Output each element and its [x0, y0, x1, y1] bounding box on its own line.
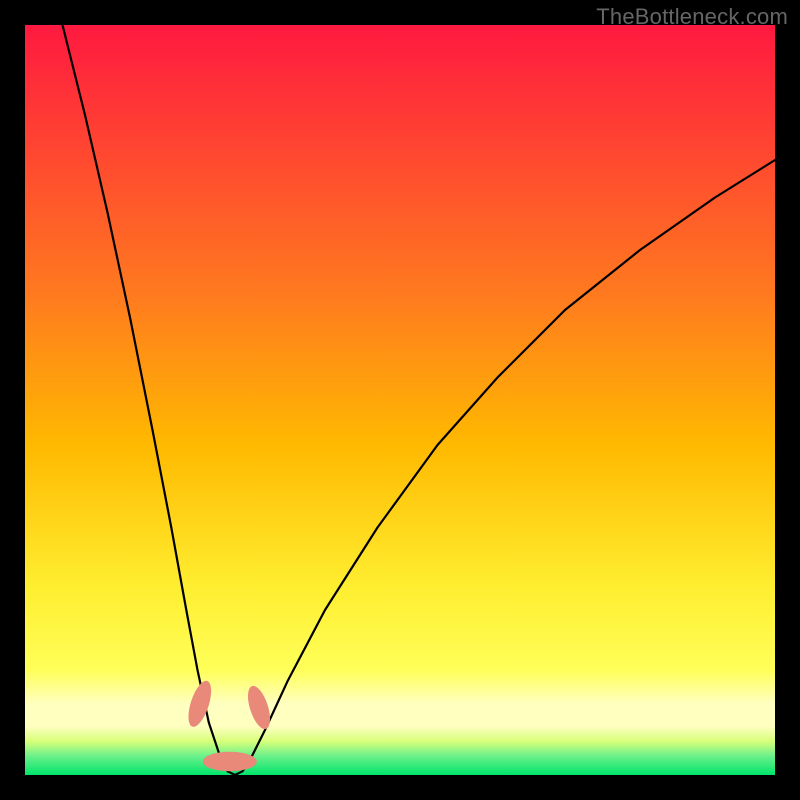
chart-frame: TheBottleneck.com: [0, 0, 800, 800]
plot-area: [25, 25, 775, 775]
gradient-background: [25, 25, 775, 775]
marker-bottom: [203, 752, 257, 772]
chart-svg: [25, 25, 775, 775]
watermark-text: TheBottleneck.com: [596, 4, 788, 30]
